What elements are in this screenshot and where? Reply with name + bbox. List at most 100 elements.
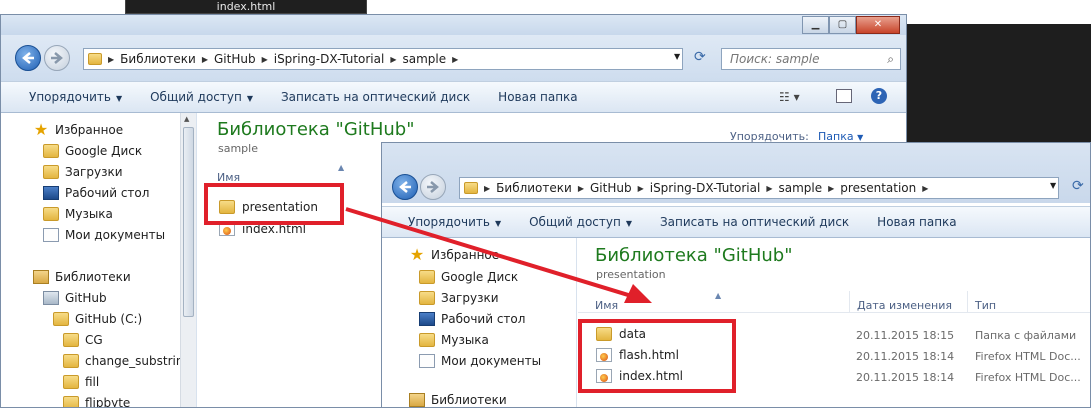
column-header-date[interactable]: Дата изменения: [857, 299, 952, 312]
breadcrumb-item[interactable]: GitHub: [208, 52, 262, 66]
back-button[interactable]: [392, 174, 418, 200]
nav-item-music[interactable]: Музыка: [43, 207, 113, 221]
view-options-icon[interactable]: ☷ ▾: [779, 90, 800, 104]
breadcrumb-item[interactable]: iSpring-DX-Tutorial: [268, 52, 391, 66]
dropdown-chevron-icon[interactable]: ▼: [1050, 181, 1056, 190]
dropdown-chevron-icon[interactable]: ▼: [674, 52, 680, 61]
nav-item-label: Рабочий стол: [441, 312, 526, 326]
file-date: 20.11.2015 18:14: [856, 350, 955, 363]
library-icon: [409, 393, 425, 407]
address-bar[interactable]: ▶ Библиотеки ▶ GitHub ▶ iSpring-DX-Tutor…: [459, 177, 1059, 199]
document-icon: [43, 228, 59, 242]
breadcrumb-item[interactable]: Библиотеки: [114, 52, 202, 66]
nav-item-google-drive[interactable]: Google Диск: [43, 144, 142, 158]
nav-item-desktop[interactable]: Рабочий стол: [419, 312, 525, 326]
desktop-icon: [419, 312, 435, 326]
nav-item-label: fill: [85, 375, 100, 389]
close-icon[interactable]: ✕: [856, 16, 900, 34]
address-bar-row: ▶ Библиотеки ▶ GitHub ▶ iSpring-DX-Tutor…: [1, 35, 906, 83]
folder-icon: [419, 270, 435, 284]
breadcrumb-item[interactable]: GitHub: [584, 181, 638, 195]
library-icon: [33, 270, 49, 284]
arrow-left-icon: [399, 181, 411, 193]
nav-item-downloads[interactable]: Загрузки: [419, 291, 499, 305]
share-button[interactable]: Общий доступ ▼: [136, 90, 267, 104]
nav-item-flipbyte[interactable]: flipbyte: [63, 396, 130, 407]
address-bar[interactable]: ▶ Библиотеки ▶ GitHub ▶ iSpring-DX-Tutor…: [83, 48, 683, 70]
nav-item-label: Музыка: [65, 207, 113, 221]
nav-item-libraries[interactable]: Библиотеки: [33, 270, 131, 284]
search-input[interactable]: Поиск: sample ⌕: [721, 48, 901, 70]
new-folder-button[interactable]: Новая папка: [863, 215, 970, 229]
forward-button[interactable]: [44, 45, 70, 71]
star-icon: ★: [33, 120, 49, 139]
organize-button[interactable]: Упорядочить ▼: [382, 215, 515, 229]
sort-arrow-icon: ▲: [338, 163, 345, 172]
column-header-type[interactable]: Тип: [975, 299, 996, 312]
folder-icon: [43, 165, 59, 179]
nav-item-cg[interactable]: CG: [63, 333, 103, 347]
search-placeholder: Поиск: sample: [730, 52, 820, 66]
refresh-icon[interactable]: ⟳: [694, 49, 706, 65]
nav-item-change-substring[interactable]: change_substring: [63, 354, 191, 368]
preview-pane-icon[interactable]: [836, 89, 852, 103]
file-date: 20.11.2015 18:15: [856, 329, 955, 342]
desktop-icon: [43, 186, 59, 200]
back-button[interactable]: [15, 45, 41, 71]
nav-item-label: Загрузки: [441, 291, 499, 305]
nav-item-github[interactable]: GitHub: [43, 291, 107, 305]
new-folder-button[interactable]: Новая папка: [484, 90, 591, 104]
folder-icon: [88, 53, 102, 65]
nav-item-google-drive[interactable]: Google Диск: [419, 270, 518, 284]
share-button[interactable]: Общий доступ ▼: [515, 215, 646, 229]
caret-down-icon: ▼: [857, 133, 864, 142]
breadcrumb-item[interactable]: presentation: [834, 181, 922, 195]
nav-item-documents[interactable]: Мои документы: [43, 228, 165, 242]
caret-down-icon: ▼: [625, 219, 632, 228]
navigation-pane: ★ Избранное Google Диск Загрузки Рабочий …: [1, 113, 197, 407]
burn-button[interactable]: Записать на оптический диск: [646, 215, 863, 229]
nav-item-downloads[interactable]: Загрузки: [43, 165, 123, 179]
folder-icon: [419, 333, 435, 347]
background-tab[interactable]: index.html: [125, 0, 367, 14]
nav-item-fill[interactable]: fill: [63, 375, 99, 389]
nav-item-label: Мои документы: [65, 228, 166, 242]
nav-item-label: Мои документы: [441, 354, 542, 368]
organize-label: Упорядочить: [29, 90, 111, 104]
column-header-name[interactable]: Имя: [595, 299, 618, 312]
file-type: Папка с файлами: [975, 329, 1077, 342]
arrow-right-icon: [51, 52, 63, 64]
nav-item-desktop[interactable]: Рабочий стол: [43, 186, 149, 200]
nav-item-libraries[interactable]: Библиотеки: [409, 393, 507, 407]
forward-button[interactable]: [420, 174, 446, 200]
breadcrumb-item[interactable]: Библиотеки: [490, 181, 578, 195]
nav-scrollbar[interactable]: ▲: [180, 113, 196, 407]
document-icon: [419, 354, 435, 368]
highlight-box-presentation: [204, 183, 344, 225]
nav-scroll-thumb[interactable]: [183, 127, 194, 317]
nav-item-favorites[interactable]: ★ Избранное: [33, 120, 123, 139]
nav-item-github-c[interactable]: GitHub (C:): [53, 312, 142, 326]
nav-item-documents[interactable]: Мои документы: [419, 354, 541, 368]
scroll-up-icon[interactable]: ▲: [184, 115, 189, 123]
refresh-icon[interactable]: ⟳: [1072, 178, 1084, 194]
help-icon[interactable]: ?: [871, 88, 887, 104]
highlight-box-files: [578, 319, 736, 393]
breadcrumb-item[interactable]: sample: [397, 52, 453, 66]
maximize-icon[interactable]: ▢: [829, 16, 856, 34]
nav-item-favorites[interactable]: ★ Избранное: [409, 247, 499, 263]
minimize-icon[interactable]: ▁: [802, 16, 829, 34]
nav-item-label: GitHub (C:): [75, 312, 143, 326]
breadcrumb-arrow-icon: ▶: [922, 183, 929, 193]
organize-button[interactable]: Упорядочить ▼: [1, 90, 136, 104]
share-label: Общий доступ: [150, 90, 242, 104]
breadcrumb-item[interactable]: sample: [773, 181, 829, 195]
folder-icon: [464, 182, 478, 194]
nav-item-label: Музыка: [441, 333, 489, 347]
library-subtitle: presentation: [596, 268, 666, 281]
explorer-window-front: ▶ Библиотеки ▶ GitHub ▶ iSpring-DX-Tutor…: [381, 142, 1091, 408]
column-divider: [849, 291, 850, 313]
nav-item-music[interactable]: Музыка: [419, 333, 489, 347]
burn-button[interactable]: Записать на оптический диск: [267, 90, 484, 104]
breadcrumb-item[interactable]: iSpring-DX-Tutorial: [644, 181, 767, 195]
